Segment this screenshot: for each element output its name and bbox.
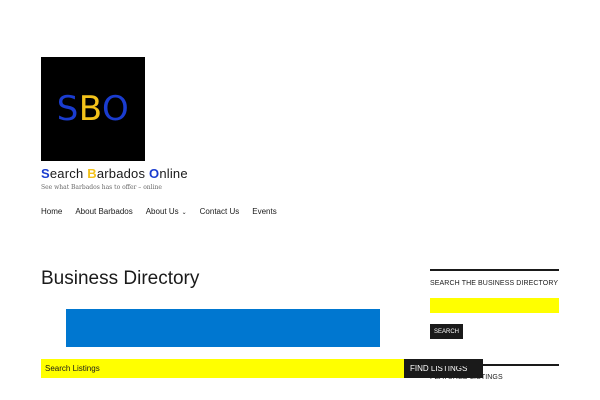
widget-divider [430, 364, 559, 366]
nav-item-home[interactable]: Home [41, 207, 62, 216]
search-widget-title: SEARCH THE BUSINESS DIRECTORY [430, 280, 559, 287]
directory-search-input[interactable] [430, 298, 559, 313]
site-title-cap-s: S [41, 166, 50, 181]
directory-search-button[interactable]: SEARCH [430, 324, 463, 339]
site-title-part-1: earch [49, 166, 88, 181]
banner-ad [66, 309, 380, 347]
site-title-cap-o: O [149, 166, 160, 181]
listings-search-input[interactable] [41, 359, 404, 378]
logo-letter-b: B [78, 89, 103, 129]
logo-letter-o: O [102, 89, 130, 129]
logo-text: SBO [57, 89, 130, 129]
main-navigation: Home About Barbados About Us ⌄ Contact Us… [41, 207, 277, 216]
nav-item-events[interactable]: Events [252, 207, 276, 216]
site-title-cap-b: B [87, 166, 97, 181]
page-title: Business Directory [41, 268, 200, 289]
chevron-down-icon: ⌄ [181, 210, 187, 216]
logo-letter-s: S [56, 89, 79, 129]
site-logo[interactable]: SBO [41, 57, 145, 161]
widget-divider [430, 269, 559, 271]
site-tagline: See what Barbados has to offer – online [41, 184, 162, 191]
site-title-part-3: nline [159, 166, 188, 181]
nav-item-about-barbados[interactable]: About Barbados [75, 207, 132, 216]
site-title-part-2: arbados [96, 166, 150, 181]
nav-item-about-us[interactable]: About Us ⌄ [146, 207, 187, 216]
nav-item-contact-us[interactable]: Contact Us [200, 207, 240, 216]
nav-item-about-us-label: About Us [145, 207, 179, 216]
site-title[interactable]: Search Barbados Online [41, 166, 188, 181]
featured-listings-title: FEATURED LISTINGS [430, 374, 503, 381]
